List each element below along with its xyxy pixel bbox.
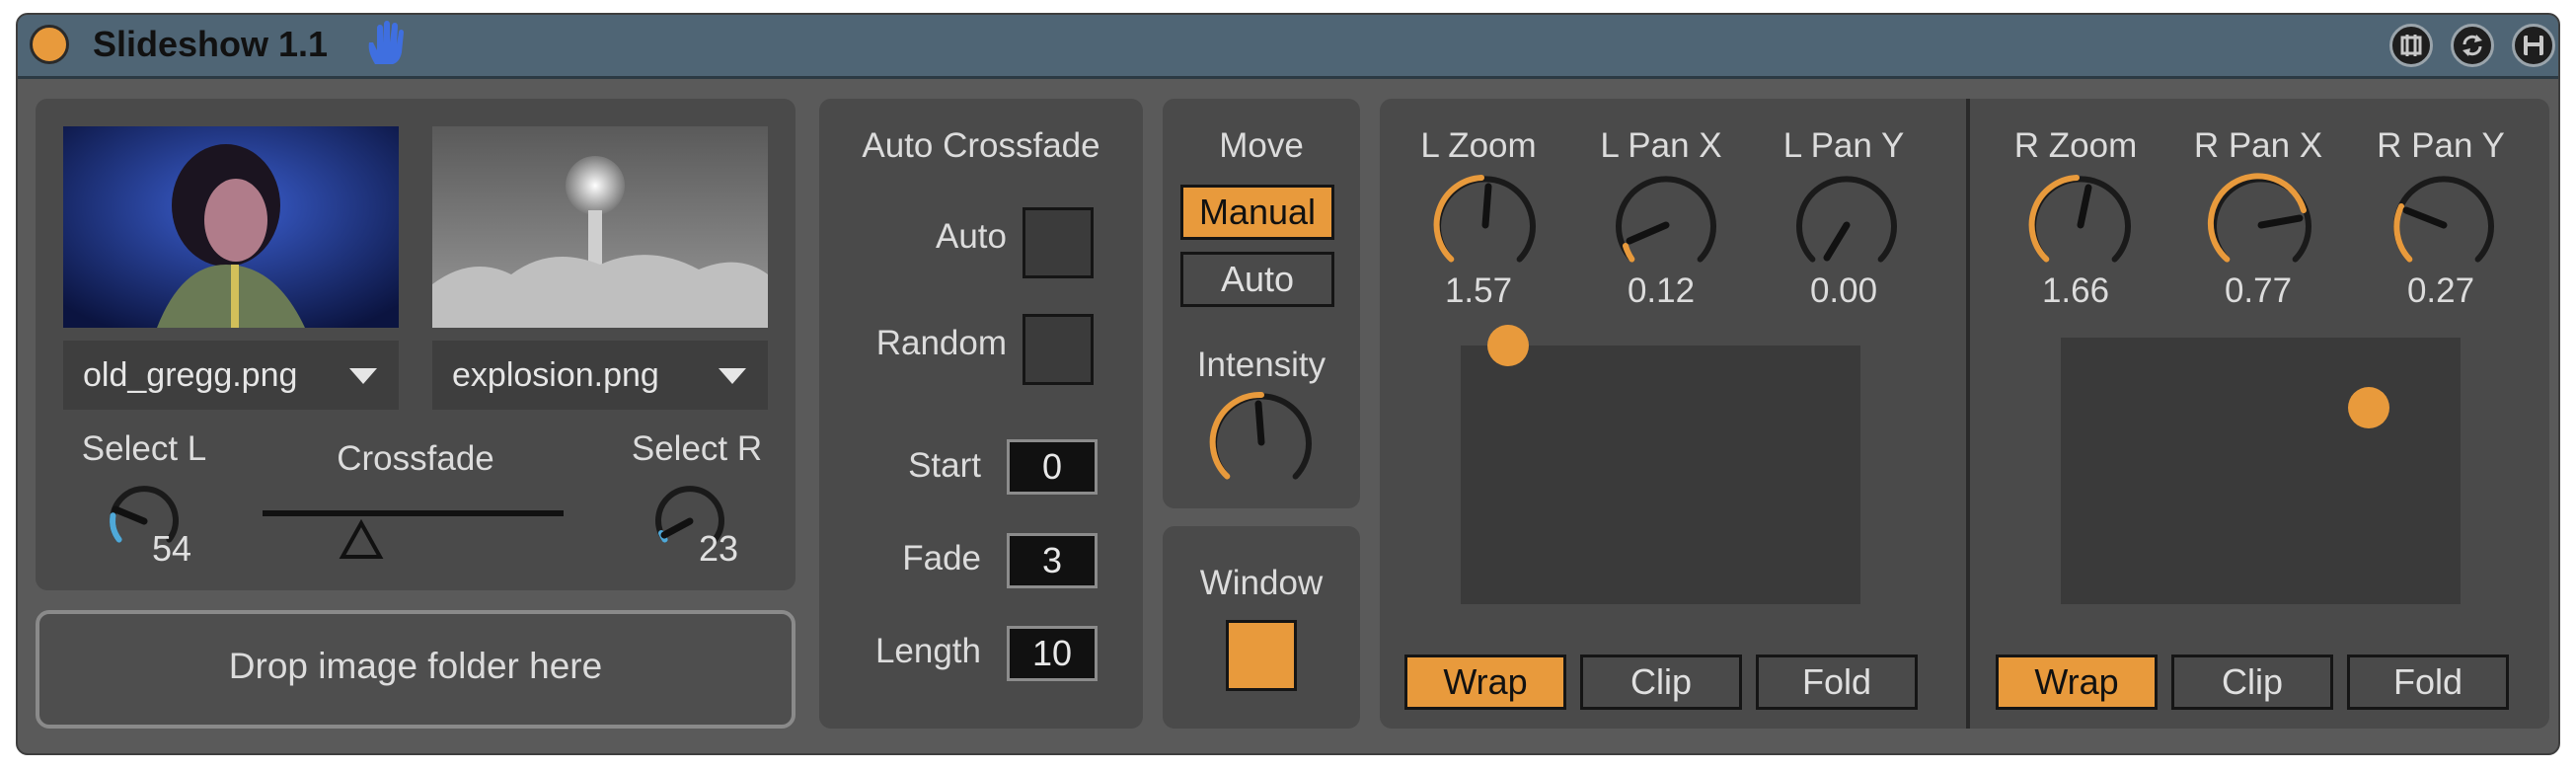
random-toggle[interactable] xyxy=(1023,314,1094,385)
r-xy-handle[interactable] xyxy=(2348,387,2389,428)
select-r-value: 23 xyxy=(699,528,739,569)
refresh-button[interactable] xyxy=(2451,24,2494,67)
select-l-value: 54 xyxy=(152,528,192,569)
window-label: Window xyxy=(1199,564,1324,602)
r-xy-pad[interactable] xyxy=(2061,338,2461,604)
fade-label: Fade xyxy=(902,539,981,578)
r-pan-y-label: R Pan Y xyxy=(2377,126,2505,165)
auto-label: Auto xyxy=(936,217,1007,256)
image-select-panel: old_gregg.png explosion.png Select L 54 … xyxy=(36,99,796,590)
l-pan-x-label: L Pan X xyxy=(1600,126,1722,165)
r-pan-x-knob[interactable] xyxy=(2207,171,2315,279)
transform-panel: L Zoom 1.57 L Pan X 0.12 L Pan Y 0.00 Wr… xyxy=(1380,99,2549,729)
select-l-label: Select L xyxy=(81,429,207,468)
r-wrap-button[interactable]: Wrap xyxy=(1996,654,2158,710)
panel-divider xyxy=(1966,99,1970,729)
move-manual-button[interactable]: Manual xyxy=(1180,185,1334,240)
device-activator-button[interactable] xyxy=(30,25,69,64)
chevron-down-icon xyxy=(719,368,746,384)
slideshow-device: Slideshow 1.1 old_gregg.png explosion.pn… xyxy=(16,13,2560,755)
auto-toggle[interactable] xyxy=(1023,207,1094,278)
l-zoom-value: 1.57 xyxy=(1444,271,1513,310)
l-xy-handle[interactable] xyxy=(1487,325,1529,366)
start-number-box[interactable]: 0 xyxy=(1007,439,1098,495)
window-panel: Window xyxy=(1163,526,1360,729)
move-panel: Move Manual Auto Intensity xyxy=(1163,99,1360,508)
left-image-dropdown[interactable]: old_gregg.png xyxy=(63,341,399,410)
r-zoom-label: R Zoom xyxy=(2013,126,2138,165)
save-button[interactable] xyxy=(2512,24,2555,67)
random-label: Random xyxy=(875,324,1007,362)
auto-crossfade-panel: Auto Crossfade Auto Random Start 0 Fade … xyxy=(819,99,1143,729)
l-zoom-label: L Zoom xyxy=(1420,126,1537,165)
hand-icon xyxy=(368,21,404,64)
fade-number-box[interactable]: 3 xyxy=(1007,533,1098,588)
r-zoom-value: 1.66 xyxy=(2041,271,2110,310)
r-fold-button[interactable]: Fold xyxy=(2347,654,2509,710)
crossfade-slider[interactable] xyxy=(263,494,568,563)
r-pan-y-value: 0.27 xyxy=(2406,271,2475,310)
refresh-icon xyxy=(2462,35,2482,56)
title-bar: Slideshow 1.1 xyxy=(18,15,2558,79)
start-label: Start xyxy=(908,446,981,485)
l-wrap-button[interactable]: Wrap xyxy=(1404,654,1566,710)
intensity-label: Intensity xyxy=(1196,346,1326,384)
left-image-thumbnail xyxy=(63,126,399,328)
l-pan-x-value: 0.12 xyxy=(1627,271,1696,310)
auto-crossfade-title: Auto Crossfade xyxy=(862,126,1100,165)
move-auto-button[interactable]: Auto xyxy=(1180,252,1334,307)
drop-folder-zone[interactable]: Drop image folder here xyxy=(36,610,796,729)
window-toggle[interactable] xyxy=(1226,620,1297,691)
chevron-down-icon xyxy=(349,368,377,384)
intensity-knob[interactable] xyxy=(1207,388,1316,497)
crossfade-label: Crossfade xyxy=(337,439,494,478)
l-clip-button[interactable]: Clip xyxy=(1580,654,1742,710)
r-pan-x-value: 0.77 xyxy=(2224,271,2293,310)
l-pan-y-knob[interactable] xyxy=(1792,171,1901,279)
drop-zone-label: Drop image folder here xyxy=(228,646,603,686)
r-clip-button[interactable]: Clip xyxy=(2171,654,2333,710)
l-pan-y-value: 0.00 xyxy=(1809,271,1878,310)
move-title: Move xyxy=(1219,126,1304,165)
right-image-filename: explosion.png xyxy=(452,356,659,394)
r-pan-y-knob[interactable] xyxy=(2389,171,2498,279)
left-image-filename: old_gregg.png xyxy=(83,356,298,394)
right-image-dropdown[interactable]: explosion.png xyxy=(432,341,768,410)
r-zoom-knob[interactable] xyxy=(2026,171,2135,279)
length-number-box[interactable]: 10 xyxy=(1007,626,1098,681)
right-image-thumbnail xyxy=(432,126,768,328)
freeze-button[interactable] xyxy=(2389,24,2433,67)
select-r-label: Select R xyxy=(631,429,763,468)
l-xy-pad[interactable] xyxy=(1461,325,1860,604)
l-fold-button[interactable]: Fold xyxy=(1756,654,1918,710)
r-pan-x-label: R Pan X xyxy=(2193,126,2323,165)
length-label: Length xyxy=(874,632,981,670)
device-title: Slideshow 1.1 xyxy=(93,24,329,64)
save-icon xyxy=(2524,36,2543,55)
l-pan-x-knob[interactable] xyxy=(1612,171,1720,279)
freeze-icon xyxy=(2400,35,2422,56)
l-zoom-knob[interactable] xyxy=(1431,171,1540,279)
l-pan-y-label: L Pan Y xyxy=(1782,126,1905,165)
